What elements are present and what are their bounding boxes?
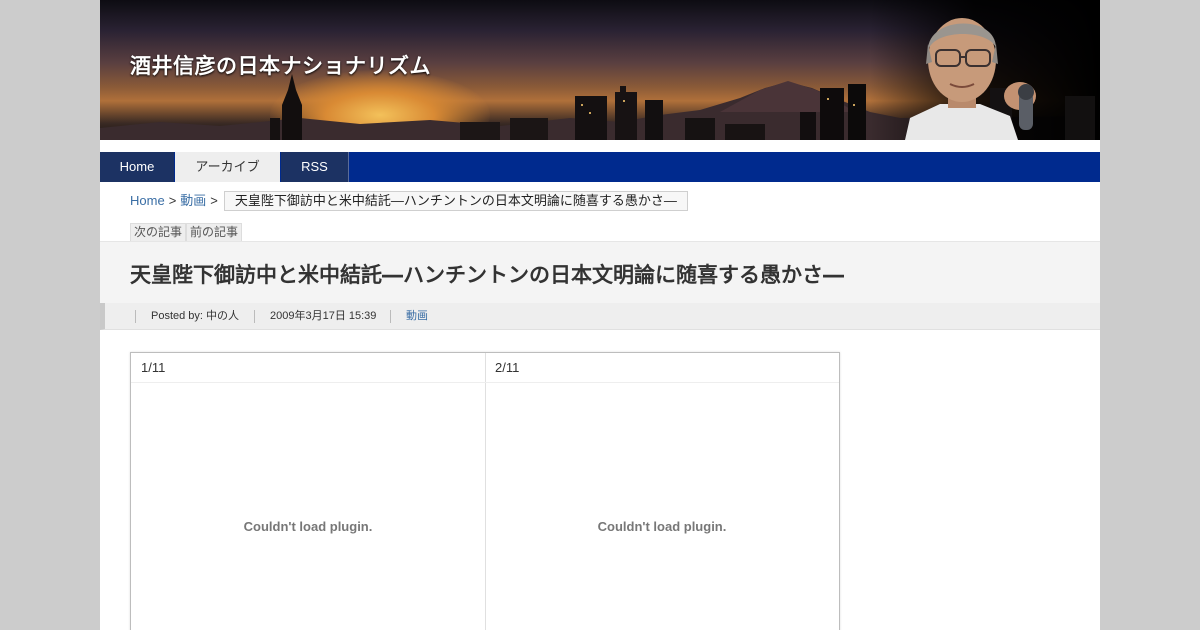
entry-category: 動画 <box>406 303 428 330</box>
video-table: 1/11 Couldn't load plugin. 2/11 Couldn't… <box>130 352 840 630</box>
header-banner: 酒井信彦の日本ナショナリズム <box>100 0 1100 140</box>
breadcrumb-current: 天皇陛下御訪中と米中結託―ハンチントンの日本文明論に随喜する愚かさ― <box>223 191 688 211</box>
cell-divider <box>131 382 485 383</box>
nav-home[interactable]: Home <box>100 152 174 182</box>
video-cell: 2/11 Couldn't load plugin. <box>485 353 839 630</box>
next-entry-link[interactable]: 次の記事 <box>130 223 187 241</box>
breadcrumb-separator: > <box>168 193 177 208</box>
main-nav: Home アーカイブ RSS <box>100 152 1100 182</box>
meta-divider <box>254 310 255 323</box>
breadcrumb: Home > 動画 > 天皇陛下御訪中と米中結託―ハンチントンの日本文明論に随喜する愚か… <box>130 191 688 211</box>
meta-divider <box>390 310 391 323</box>
breadcrumb-category-link[interactable]: 動画 <box>180 193 206 208</box>
breadcrumb-separator: > <box>210 193 218 208</box>
entry-title-band: 天皇陛下御訪中と米中結託―ハンチントンの日本文明論に随喜する愚かさ― <box>100 241 1100 304</box>
entry-meta: Posted by: 中の人 2009年3月17日 15:39 動画 <box>100 303 1100 330</box>
portrait-image <box>905 18 1095 140</box>
breadcrumb-home-link[interactable]: Home <box>130 193 165 208</box>
entry-author: Posted by: 中の人 <box>151 310 240 322</box>
plugin-error-message[interactable]: Couldn't load plugin. <box>485 519 839 534</box>
plugin-error-message[interactable]: Couldn't load plugin. <box>131 519 485 534</box>
entry-category-link[interactable]: 動画 <box>406 310 428 322</box>
page-container: 酒井信彦の日本ナショナリズム Home アーカイブ RSS Home > 動画 > 天皇… <box>100 0 1100 630</box>
video-part-label: 1/11 <box>141 360 166 375</box>
cell-divider <box>485 382 839 383</box>
entry-title: 天皇陛下御訪中と米中結託―ハンチントンの日本文明論に随喜する愚かさ― <box>130 263 844 287</box>
video-cell: 1/11 Couldn't load plugin. <box>131 353 486 630</box>
nav-rss[interactable]: RSS <box>281 152 349 182</box>
meta-divider <box>135 310 136 323</box>
site-title[interactable]: 酒井信彦の日本ナショナリズム <box>130 50 431 80</box>
video-part-label: 2/11 <box>495 360 520 375</box>
entry-date: 2009年3月17日 15:39 <box>270 310 377 322</box>
nav-archive[interactable]: アーカイブ <box>175 152 280 182</box>
entry-pager: 次の記事 前の記事 <box>130 223 243 241</box>
prev-entry-link[interactable]: 前の記事 <box>186 223 243 241</box>
